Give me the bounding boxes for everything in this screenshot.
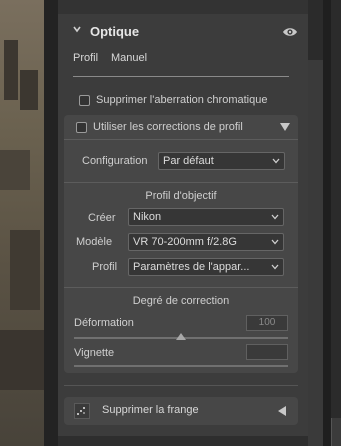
configuration-value: Par défaut	[163, 155, 214, 167]
tab-bar: Profil Manuel	[73, 52, 293, 72]
distortion-slider-thumb[interactable]	[176, 333, 186, 340]
caret-left-icon[interactable]	[278, 406, 286, 416]
maker-value: Nikon	[133, 211, 162, 223]
profile-corrections-checkbox[interactable]	[76, 122, 87, 133]
divider	[64, 385, 298, 386]
configuration-select[interactable]: Par défaut	[158, 152, 285, 170]
model-value: VR 70-200mm f/2.8G	[133, 236, 237, 248]
correction-heading: Degré de correction	[132, 295, 230, 307]
tab-profil[interactable]: Profil	[73, 52, 98, 64]
defringe-icon	[74, 403, 90, 419]
distortion-input[interactable]: 100	[246, 315, 288, 331]
panel-top-divider	[58, 0, 308, 14]
distortion-label: Déformation	[74, 317, 134, 329]
corner-button[interactable]	[331, 418, 341, 446]
chevron-down-icon	[271, 264, 279, 270]
eye-icon[interactable]	[282, 26, 298, 38]
tab-manuel[interactable]: Manuel	[111, 52, 147, 64]
maker-label: Créer	[88, 212, 116, 224]
profile-value: Paramètres de l'appar...	[133, 261, 250, 273]
divider	[64, 182, 298, 183]
model-select[interactable]: VR 70-200mm f/2.8G	[128, 233, 284, 251]
tab-divider	[73, 76, 289, 77]
vignette-input[interactable]	[246, 344, 288, 360]
defringe-row[interactable]: Supprimer la frange	[64, 397, 298, 425]
distortion-value: 100	[258, 317, 276, 328]
chevron-down-icon[interactable]	[73, 25, 81, 33]
photo-preview	[0, 0, 44, 446]
profile-corrections-header[interactable]: Utiliser les corrections de profil	[64, 115, 298, 139]
profile-corrections-group: Utiliser les corrections de profil Confi…	[64, 115, 298, 373]
panel-gutter	[44, 0, 58, 446]
develop-panel-screen: Optique Profil Manuel Supprimer l'aberra…	[0, 0, 341, 446]
configuration-label: Configuration	[82, 155, 148, 167]
optics-panel: Optique Profil Manuel Supprimer l'aberra…	[58, 0, 308, 446]
vignette-slider[interactable]	[74, 365, 288, 367]
caret-down-icon[interactable]	[280, 123, 290, 131]
panel-scrollbar[interactable]	[308, 60, 323, 446]
chevron-down-icon	[271, 214, 279, 220]
chromatic-aberration-checkbox[interactable]	[79, 95, 90, 106]
chevron-down-icon	[272, 158, 280, 164]
chromatic-aberration-row[interactable]: Supprimer l'aberration chromatique	[79, 94, 299, 110]
section-header[interactable]: Optique	[58, 20, 308, 44]
panel-edge	[323, 0, 331, 446]
maker-select[interactable]: Nikon	[128, 208, 284, 226]
vignette-label: Vignette	[74, 347, 115, 359]
profile-corrections-label: Utiliser les corrections de profil	[93, 121, 243, 133]
defringe-label: Supprimer la frange	[102, 404, 199, 416]
panel-footer	[58, 436, 308, 446]
chevron-down-icon	[271, 239, 279, 245]
profile-select[interactable]: Paramètres de l'appar...	[128, 258, 284, 276]
model-label: Modèle	[76, 236, 113, 248]
profile-corrections-row[interactable]: Utiliser les corrections de profil	[76, 121, 266, 137]
section-title: Optique	[90, 24, 140, 39]
divider	[64, 139, 298, 140]
profile-label: Profil	[92, 261, 118, 273]
chromatic-aberration-label: Supprimer l'aberration chromatique	[96, 94, 268, 106]
divider	[64, 287, 298, 288]
lens-profile-heading: Profil d'objectif	[145, 190, 217, 202]
